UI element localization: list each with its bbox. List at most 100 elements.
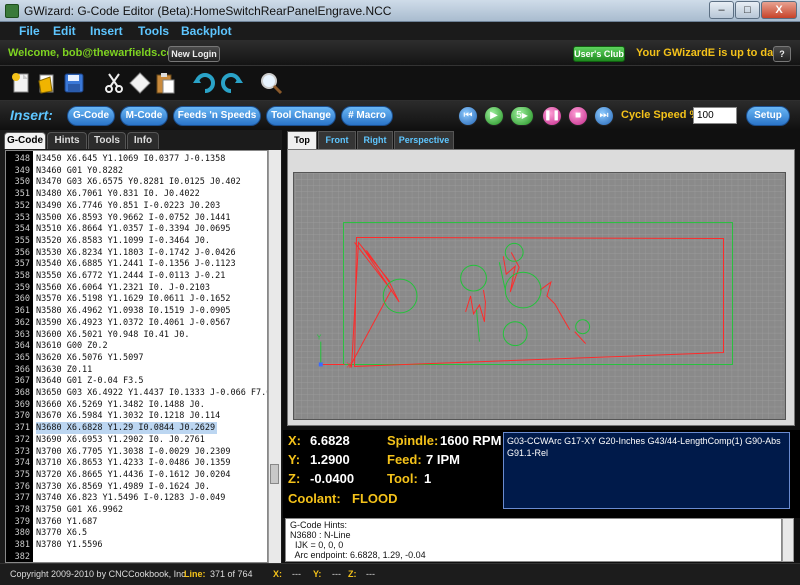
cut-icon[interactable] [102,71,126,95]
menu-backplot[interactable]: Backplot [181,24,232,38]
code-line[interactable]: N3660 X6.5269 Y1.3482 I0.1488 J0. [36,399,205,411]
line-number: 348 [14,154,30,164]
code-line[interactable]: N3570 X6.5198 Y1.1629 I0.0611 J-0.1652 [36,293,230,305]
pause-button[interactable]: ❚❚ [542,106,562,126]
line-number: 358 [14,271,30,281]
code-line[interactable]: N3670 X6.5984 Y1.3032 I0.1218 J0.114 [36,410,220,422]
line-number: 374 [14,458,30,469]
dro-x-value: 6.6828 [310,433,350,448]
cycle-speed-input[interactable]: 100 [693,107,737,124]
insert-bar: Insert: G-Code M-Code Feeds 'n Speeds To… [0,100,800,130]
line-number: 369 [14,399,30,410]
code-line[interactable]: N3580 X6.4962 Y1.0938 I0.1519 J-0.0905 [36,305,230,317]
line-number: 375 [14,469,30,480]
code-line[interactable]: N3620 X6.5076 Y1.5097 [36,352,143,364]
code-line[interactable]: N3530 X6.8234 Y1.1803 I-0.1742 J-0.0426 [36,247,236,259]
cycle-speed-label: Cycle Speed % [621,109,700,121]
line-number: 362 [14,317,30,328]
code-line[interactable]: N3480 X6.7061 Y0.831 I0. J0.4022 [36,188,200,200]
find-icon[interactable] [259,71,283,95]
code-line[interactable]: N3740 X6.823 Y1.5496 I-0.1283 J-0.049 [36,492,225,504]
code-line[interactable]: N3760 Y1.687 [36,516,97,528]
code-line[interactable]: N3500 X6.8593 Y0.9662 I-0.0752 J0.1441 [36,212,230,224]
users-club-button[interactable]: User's Club [573,46,625,62]
rewind-button[interactable]: ⏮ [458,106,478,126]
tab-right[interactable]: Right [357,131,393,149]
backplot-canvas[interactable]: Y X [293,172,786,420]
undo-icon[interactable] [193,71,217,95]
minimize-button[interactable]: – [709,1,734,19]
menu-insert[interactable]: Insert [90,24,123,38]
code-line[interactable]: N3630 Z0.11 [36,364,92,376]
step-forward-button[interactable]: ⏭ [594,106,614,126]
tab-tools[interactable]: Tools [88,132,126,149]
help-button[interactable]: ? [773,46,791,62]
insert-feeds-speeds-button[interactable]: Feeds 'n Speeds [173,106,261,126]
dro-x-label: X: [288,433,301,448]
save-icon[interactable] [62,71,86,95]
code-line[interactable]: N3690 X6.6953 Y1.2902 I0. J0.2761 [36,434,205,446]
dro-y-value: 1.2900 [310,452,350,467]
insert-tool-change-button[interactable]: Tool Change [266,106,336,126]
play-5-button[interactable]: 5▶ [510,106,534,126]
code-line[interactable]: N3600 X6.5021 Y0.948 I0.41 J0. [36,329,190,341]
close-button[interactable]: X [761,1,797,19]
code-line[interactable]: N3590 X6.4923 Y1.0372 I0.4061 J-0.0567 [36,317,230,329]
line-number: 371 [14,423,30,434]
open-file-icon[interactable] [36,71,60,95]
tab-hints[interactable]: Hints [47,132,87,149]
hints-scrollbar[interactable] [782,518,794,562]
play-button[interactable]: ▶ [484,106,504,126]
setup-button[interactable]: Setup [746,106,790,126]
menu-tools[interactable]: Tools [138,24,169,38]
code-line[interactable]: N3720 X6.8665 Y1.4436 I-0.1612 J0.0204 [36,469,230,481]
new-file-icon[interactable] [9,71,33,95]
menu-file[interactable]: File [19,24,40,38]
code-line[interactable]: N3610 G00 Z0.2 [36,340,108,352]
line-number: 373 [14,446,30,457]
copy-icon[interactable] [128,71,152,95]
status-y-value: --- [332,569,341,579]
tab-perspective[interactable]: Perspective [394,131,454,149]
origin-marker [318,362,323,367]
menu-edit[interactable]: Edit [53,24,76,38]
dro-z-label: Z: [288,471,301,486]
new-login-button[interactable]: New Login [168,46,220,62]
tab-front[interactable]: Front [318,131,356,149]
code-line[interactable]: N3770 X6.5 [36,527,87,539]
code-line[interactable]: N3540 X6.6885 Y1.2441 I-0.1356 J-0.1123 [36,258,236,270]
line-number: 382 [14,551,30,562]
insert-mcode-button[interactable]: M-Code [120,106,168,126]
maximize-button[interactable]: □ [735,1,760,19]
paste-icon[interactable] [153,71,177,95]
code-line[interactable]: N3650 G03 X6.4922 Y1.4437 I0.1333 J-0.06… [36,387,267,399]
editor-scrollbar[interactable] [268,150,281,563]
code-line[interactable]: N3750 G01 X6.9962 [36,504,123,516]
code-line[interactable]: N3460 G01 Y0.8282 [36,165,123,177]
line-number: 366 [14,364,30,375]
tab-gcode[interactable]: G-Code [4,132,46,149]
code-line[interactable]: N3710 X6.8653 Y1.4233 I-0.0486 J0.1359 [36,457,230,469]
dro-tool-label: Tool: [387,471,418,486]
gcode-editor[interactable]: 348 349 350 351 352 353 354 355 356 357 358 359 360 3… [5,150,268,563]
insert-gcode-button[interactable]: G-Code [67,106,115,126]
tab-info[interactable]: Info [127,132,159,149]
redo-icon[interactable] [219,71,243,95]
code-line[interactable]: N3470 G03 X6.6575 Y0.8281 I0.0125 J0.402 [36,176,241,188]
stop-button[interactable]: ■ [568,106,588,126]
code-line[interactable]: N3700 X6.7705 Y1.3038 I-0.0029 J0.2309 [36,446,230,458]
code-line[interactable]: N3780 Y1.5596 [36,539,103,551]
code-line[interactable]: N3730 X6.8569 Y1.4989 I-0.1624 J0. [36,481,210,493]
tab-top[interactable]: Top [287,131,317,149]
code-line[interactable]: N3450 X6.645 Y1.1069 I0.0377 J-0.1358 [36,153,225,165]
editor-scrollbar-thumb[interactable] [270,464,279,484]
code-line[interactable]: N3490 X6.7746 Y0.851 I-0.0223 J0.203 [36,200,220,212]
line-number: 352 [14,200,30,211]
code-line[interactable]: N3510 X6.8664 Y1.0357 I-0.3394 J0.0695 [36,223,230,235]
code-line[interactable]: N3640 G01 Z-0.04 F3.5 [36,375,143,387]
code-line[interactable]: N3560 X6.6064 Y1.2321 I0. J-0.2103 [36,282,210,294]
code-line[interactable]: N3680 X6.6828 Y1.29 I0.0844 J0.2629 [36,422,218,435]
code-line[interactable]: N3550 X6.6772 Y1.2444 I-0.0113 J-0.21 [36,270,225,282]
code-line[interactable]: N3520 X6.8583 Y1.1099 I-0.3464 J0. [36,235,210,247]
insert-macro-button[interactable]: # Macro [341,106,393,126]
